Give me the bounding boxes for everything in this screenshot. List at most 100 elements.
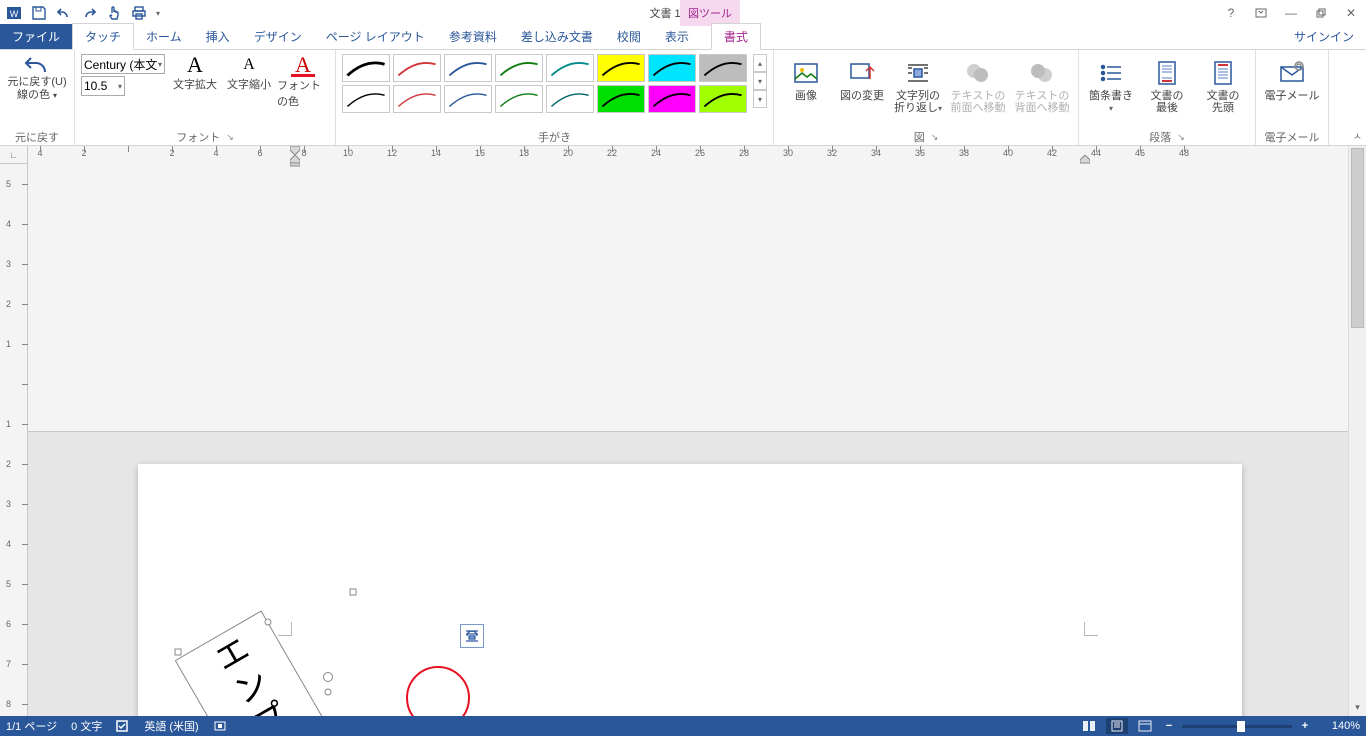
font-size-combo[interactable]: 10.5▾ [81,76,125,96]
svg-text:W: W [10,9,19,19]
hl-yellow[interactable] [597,54,645,82]
group-ink-label: 手がき [538,129,571,145]
minimize-icon[interactable]: — [1276,0,1306,26]
sign-in-link[interactable]: サインイン [1288,24,1360,49]
picture-launcher-icon[interactable]: ↘ [931,132,939,143]
window-controls: ? — ✕ [1216,0,1366,26]
collapse-ribbon-icon[interactable]: ㅅ [1353,128,1362,143]
close-icon[interactable]: ✕ [1336,0,1366,26]
zoom-thumb[interactable] [1237,721,1245,732]
tab-design[interactable]: デザイン [242,24,314,49]
pen-black-thin[interactable] [342,85,390,113]
tab-touch[interactable]: タッチ [72,23,134,50]
text-wrap-button[interactable]: 文字列の折り返し▾ [892,54,944,115]
pen-green[interactable] [495,54,543,82]
vertical-scrollbar[interactable]: ▴ ▾ [1348,146,1366,716]
rotation-handle[interactable] [323,672,333,682]
hl-cyan[interactable] [648,54,696,82]
status-bar: 1/1 ページ 0 文字 英語 (米国) − + 140% [0,716,1366,736]
undo-icon[interactable] [52,1,76,25]
status-language[interactable]: 英語 (米国) [144,718,198,734]
status-word-count[interactable]: 0 文字 [71,718,102,734]
pen-green-thin[interactable] [495,85,543,113]
maximize-icon[interactable] [1306,0,1336,26]
hl-magenta[interactable] [648,85,696,113]
status-proofing-icon[interactable] [116,720,130,732]
font-color-button[interactable]: Aフォントの色 [277,54,329,109]
touch-mode-icon[interactable] [102,1,126,25]
status-macro-icon[interactable] [213,720,227,732]
zoom-in-button[interactable]: + [1298,719,1312,733]
group-undo: 元に戻す(U) 線の色 ▾ 元に戻す [0,50,75,145]
shrink-font-button[interactable]: A文字縮小 [223,54,275,109]
group-paragraph-label: 段落↘ [1149,129,1185,145]
tab-home[interactable]: ホーム [134,24,194,49]
handle-nw[interactable] [175,648,182,655]
tab-page-layout[interactable]: ページ レイアウト [314,24,437,49]
redo-icon[interactable] [77,1,101,25]
document-canvas[interactable]: エンプロス ↵ [28,432,1366,717]
selected-shape[interactable]: エンプロス [168,622,368,717]
save-icon[interactable] [27,1,51,25]
zoom-level[interactable]: 140% [1318,720,1360,732]
vertical-ruler[interactable]: 5432112345678 [0,164,28,716]
zoom-slider[interactable] [1182,725,1292,728]
tab-mailings[interactable]: 差し込み文書 [509,24,605,49]
doc-end-button[interactable]: 文書の最後 [1141,54,1193,114]
view-print-icon[interactable] [1106,718,1128,734]
group-picture: 画像 図の変更 文字列の折り返し▾ テキストの前面へ移動 テキストの背面へ移動 … [774,50,1079,145]
pen-blue-thin[interactable] [444,85,492,113]
tab-references[interactable]: 参考資料 [437,24,509,49]
work-area: ∟ 5432112345678 422468101214161820222426… [0,146,1366,716]
tab-format[interactable]: 書式 [711,23,761,50]
handle-ne[interactable] [350,588,357,595]
group-font-label: フォント↘ [176,129,234,145]
ribbon-options-icon[interactable] [1246,0,1276,26]
hl-green[interactable] [597,85,645,113]
view-web-icon[interactable] [1134,718,1156,734]
qat-dropdown-icon[interactable]: ▾ [152,1,164,25]
doc-top-button[interactable]: 文書の先頭 [1197,54,1249,114]
grow-font-button[interactable]: A文字拡大 [169,54,221,109]
scroll-thumb[interactable] [1351,148,1364,328]
pen-teal-thin[interactable] [546,85,594,113]
quick-print-icon[interactable] [127,1,151,25]
send-backward-button: テキストの背面へ移動 [1012,54,1072,114]
right-indent-marker[interactable] [1080,155,1090,164]
pen-black-thick[interactable] [342,54,390,82]
undo-button[interactable]: 元に戻す(U) 線の色 ▾ [6,54,68,102]
tab-view[interactable]: 表示 [653,24,701,49]
email-button[interactable]: 電子メール [1262,54,1322,102]
view-read-icon[interactable] [1078,718,1100,734]
tab-file[interactable]: ファイル [0,24,72,49]
scroll-down-icon[interactable]: ▾ [1349,698,1366,716]
horizontal-ruler[interactable]: 4224681012141618202224262830323436384042… [28,146,1366,432]
pen-red[interactable] [393,54,441,82]
pen-gallery[interactable] [342,54,747,113]
bullets-button[interactable]: 箇条書き▾ [1085,54,1137,115]
pen-red-thin[interactable] [393,85,441,113]
undo-label-2: 線の色 ▾ [17,89,57,102]
paragraph-launcher-icon[interactable]: ↘ [1177,132,1185,143]
tab-insert[interactable]: 挿入 [194,24,242,49]
zoom-out-button[interactable]: − [1162,719,1176,733]
font-name-combo[interactable]: Century (本文▾ [81,54,165,74]
hl-gray[interactable] [699,54,747,82]
picture-button[interactable]: 画像 [780,54,832,102]
pen-gallery-scroll[interactable]: ▴▾▾ [753,54,767,108]
handle-n[interactable] [265,618,272,625]
pen-blue[interactable] [444,54,492,82]
ruler-corner[interactable]: ∟ [0,146,28,164]
tab-review[interactable]: 校閲 [605,24,653,49]
change-picture-button[interactable]: 図の変更 [836,54,888,102]
textbox[interactable]: エンプロス [175,610,362,716]
hl-lime[interactable] [699,85,747,113]
status-page[interactable]: 1/1 ページ [6,718,57,734]
bring-forward-button: テキストの前面へ移動 [948,54,1008,114]
font-launcher-icon[interactable]: ↘ [226,132,234,143]
hanging-indent-marker[interactable] [290,155,300,167]
help-icon[interactable]: ? [1216,0,1246,26]
layout-options-icon[interactable] [460,624,484,648]
handle-e[interactable] [325,688,332,695]
pen-teal[interactable] [546,54,594,82]
